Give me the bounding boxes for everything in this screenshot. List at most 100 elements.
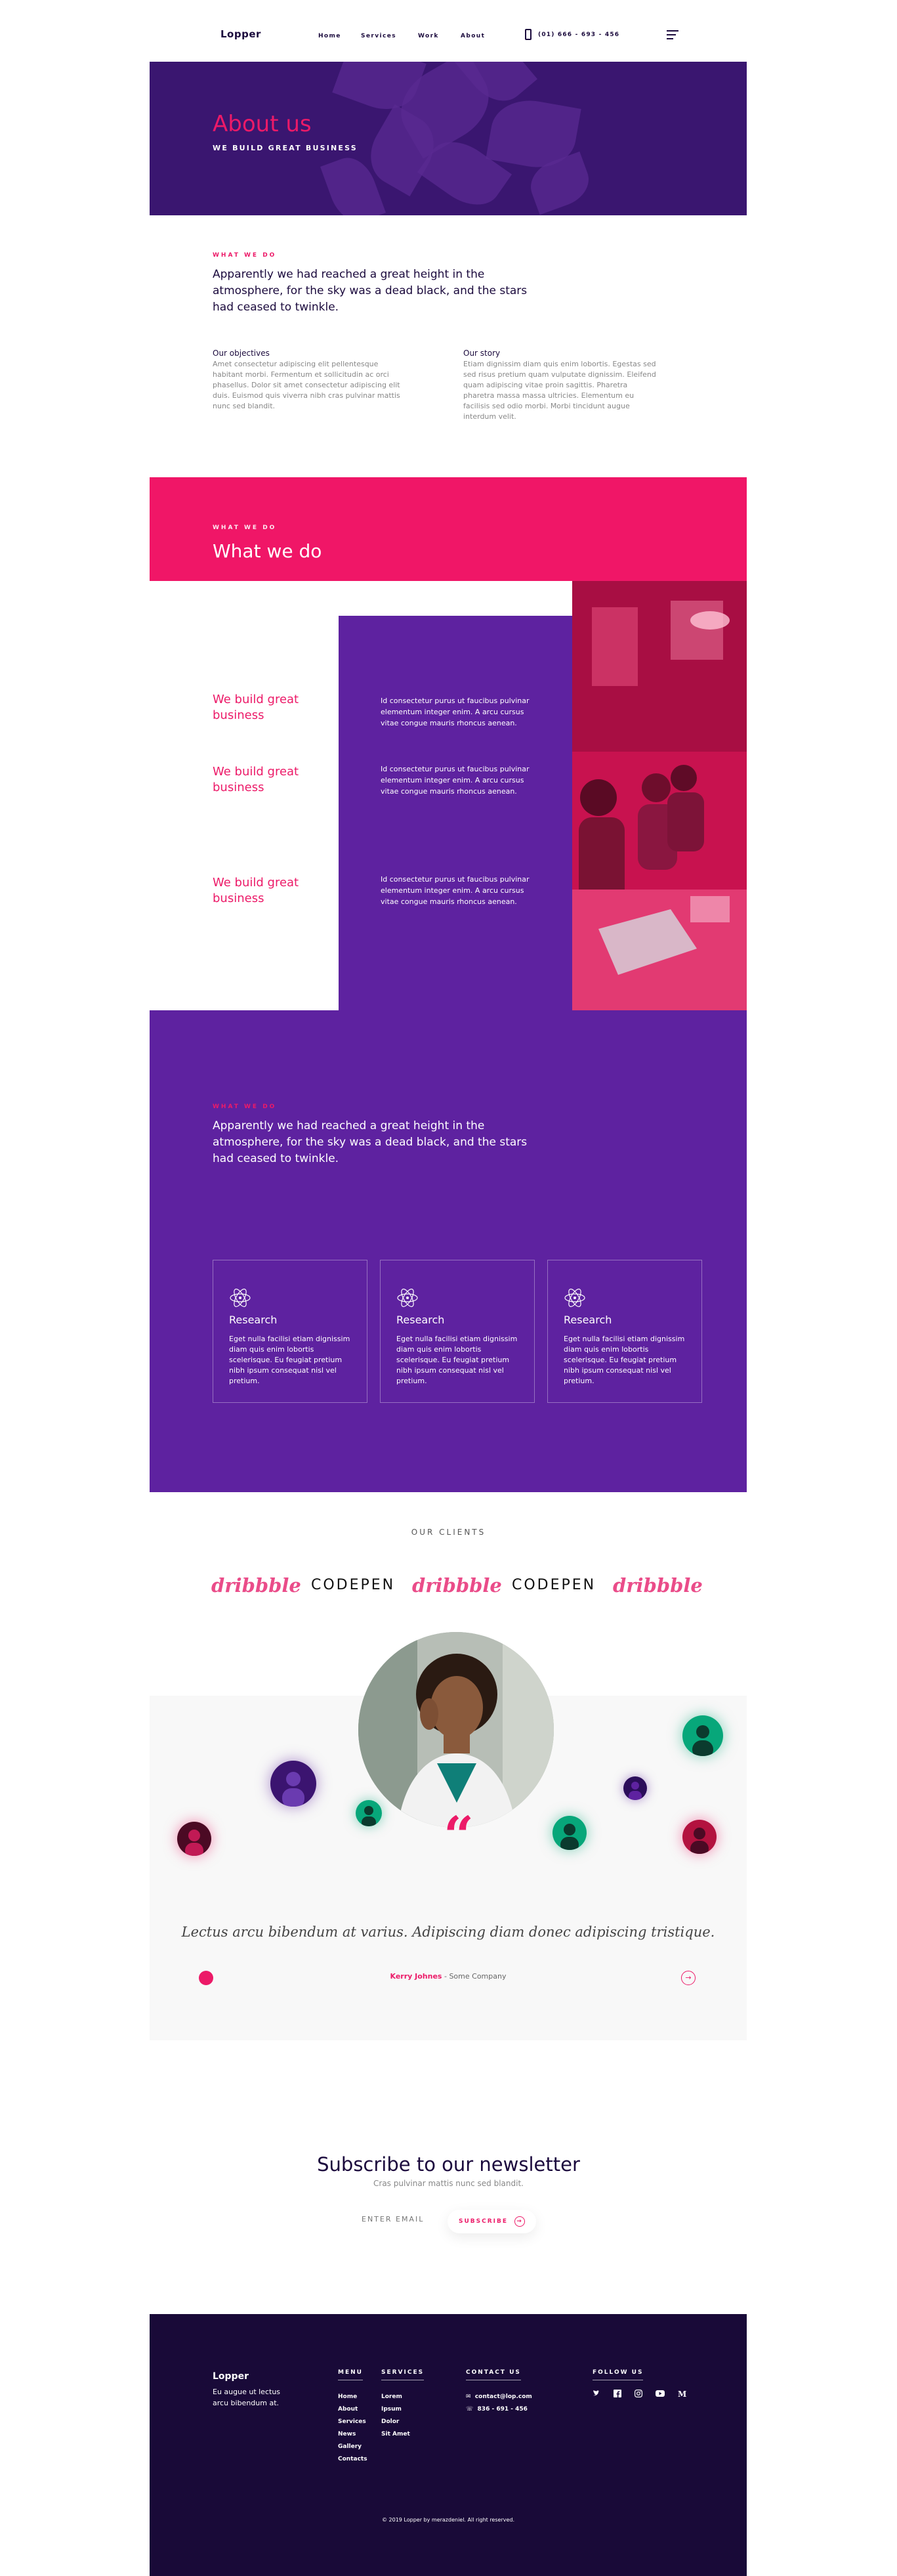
subscribe-label: SUBSCRIBE: [458, 2218, 509, 2225]
service-text: Id consectetur purus ut faucibus pulvina…: [381, 697, 530, 727]
avatar[interactable]: [623, 1776, 647, 1800]
svg-text:M: M: [678, 2390, 686, 2397]
avatar[interactable]: [682, 1820, 717, 1854]
email-input[interactable]: [362, 2215, 453, 2223]
avatar[interactable]: [270, 1761, 316, 1807]
research-eyebrow: WHAT WE DO: [213, 1104, 277, 1110]
atom-icon: [564, 1289, 585, 1307]
footer-link[interactable]: Lorem: [381, 2391, 410, 2403]
footer-phone-text: 836 - 691 - 456: [477, 2406, 528, 2413]
hero-banner: About us WE BUILD GREAT BUSINESS: [150, 62, 747, 215]
phone-number: (01) 666 - 693 - 456: [538, 31, 620, 38]
arrow-right-icon: →: [685, 1973, 692, 1982]
card-title: Research: [229, 1314, 278, 1326]
story-block: Our story Etiam dignissim diam quis enim…: [463, 349, 660, 422]
footer-menu: Home About Services News Gallery Contact…: [338, 2391, 367, 2466]
card-title: Research: [396, 1314, 445, 1326]
research-card[interactable]: Research Eget nulla facilisi etiam digni…: [213, 1260, 367, 1403]
intro-lead: Apparently we had reached a great height…: [213, 268, 528, 314]
slider-next-button[interactable]: →: [681, 1971, 696, 1985]
story-text: Etiam dignissim diam quis enim lobortis.…: [463, 360, 656, 421]
service-title: We build great business: [213, 876, 299, 905]
atom-icon: [230, 1289, 251, 1307]
avatar[interactable]: [553, 1816, 587, 1850]
research-lead: Apparently we had reached a great height…: [213, 1119, 528, 1165]
footer-contact: ✉ contact@lop.com ☏ 836 - 691 - 456: [466, 2391, 532, 2416]
footer-logo[interactable]: Lopper: [213, 2371, 249, 2382]
nav-home[interactable]: Home: [318, 33, 341, 39]
footer-link[interactable]: Services: [338, 2416, 367, 2428]
service-title: We build great business: [213, 693, 299, 722]
slider-prev-button[interactable]: [199, 1971, 213, 1985]
header-phone[interactable]: (01) 666 - 693 - 456: [525, 29, 619, 40]
clients-title: OUR CLIENTS: [411, 1528, 486, 1537]
footer-link[interactable]: News: [338, 2428, 367, 2441]
footer-link[interactable]: Home: [338, 2391, 367, 2403]
footer-link[interactable]: Dolor: [381, 2416, 410, 2428]
client-logo-dribbble[interactable]: dribbble: [211, 1574, 301, 1597]
logo[interactable]: Lopper: [220, 28, 261, 40]
research-card[interactable]: Research Eget nulla facilisi etiam digni…: [380, 1260, 535, 1403]
footer-link[interactable]: Sit Amet: [381, 2428, 410, 2441]
testimonial-author-photo: [358, 1632, 554, 1828]
service-text: Id consectetur purus ut faucibus pulvina…: [381, 765, 530, 796]
nav-work[interactable]: Work: [418, 33, 439, 39]
footer-tagline: Eu augue ut lectus arcu bibendum at.: [213, 2388, 281, 2407]
copyright: © 2019 Lopper by merazdeniel. All right …: [381, 2517, 515, 2523]
site-footer: Lopper Eu augue ut lectus arcu bibendum …: [150, 2314, 747, 2576]
team-meeting-photo: [572, 581, 747, 1010]
nav-services[interactable]: Services: [361, 33, 396, 39]
footer-link[interactable]: Gallery: [338, 2441, 367, 2453]
footer-follow-title: FOLLOW US: [593, 2369, 644, 2380]
research-section: WHAT WE DO Apparently we had reached a g…: [150, 1010, 747, 1492]
quote-icon: “: [444, 1805, 474, 1866]
hero-title: About us: [213, 111, 312, 137]
testimonial-quote: Lectus arcu bibendum at varius. Adipisci…: [181, 1924, 715, 1940]
newsletter-title: Subscribe to our newsletter: [317, 2153, 580, 2176]
phone-icon: ☏: [466, 2406, 474, 2413]
research-card[interactable]: Research Eget nulla facilisi etiam digni…: [547, 1260, 702, 1403]
nav-about[interactable]: About: [461, 33, 485, 39]
subscribe-button[interactable]: SUBSCRIBE →: [448, 2210, 536, 2233]
avatar[interactable]: [682, 1715, 723, 1756]
menu-toggle-button[interactable]: [667, 30, 678, 39]
footer-services: Lorem Ipsum Dolor Sit Amet: [381, 2391, 410, 2441]
testimonial-author: Kerry Johnes - Some Company: [150, 1972, 747, 1981]
facebook-icon[interactable]: [614, 2390, 621, 2397]
mail-icon: ✉: [466, 2394, 471, 2400]
site-header: Lopper Home Services Work About (01) 666…: [0, 0, 897, 62]
phone-icon: [525, 29, 532, 40]
card-text: Eget nulla facilisi etiam dignissim diam…: [564, 1335, 685, 1385]
footer-menu-title: MENU: [338, 2369, 363, 2380]
card-title: Research: [564, 1314, 612, 1326]
what-we-do-eyebrow: WHAT WE DO: [213, 525, 277, 531]
services-titles: We build great business We build great b…: [150, 616, 339, 1010]
client-logo-dribbble[interactable]: dribbble: [613, 1574, 703, 1597]
footer-link[interactable]: Contacts: [338, 2453, 367, 2466]
arrow-right-icon: →: [514, 2216, 526, 2227]
card-text: Eget nulla facilisi etiam dignissim diam…: [396, 1335, 518, 1385]
author-company: - Some Company: [444, 1972, 507, 1981]
instagram-icon[interactable]: [635, 2390, 642, 2397]
objectives-text: Amet consectetur adipiscing elit pellent…: [213, 360, 400, 410]
newsletter-subtitle: Cras pulvinar mattis nunc sed blandit.: [373, 2179, 524, 2188]
avatar[interactable]: [356, 1800, 382, 1826]
client-logo-codepen[interactable]: CODEPEN: [512, 1577, 596, 1593]
twitter-icon[interactable]: [593, 2390, 600, 2397]
footer-phone[interactable]: ☏ 836 - 691 - 456: [466, 2403, 532, 2416]
footer-link[interactable]: Ipsum: [381, 2403, 410, 2416]
objectives-title: Our objectives: [213, 349, 270, 358]
footer-email[interactable]: ✉ contact@lop.com: [466, 2391, 532, 2403]
card-text: Eget nulla facilisi etiam dignissim diam…: [229, 1335, 350, 1385]
intro-eyebrow: WHAT WE DO: [213, 252, 277, 259]
footer-link[interactable]: About: [338, 2403, 367, 2416]
author-name: Kerry Johnes: [390, 1972, 442, 1981]
client-logo-dribbble[interactable]: dribbble: [412, 1574, 502, 1597]
avatar[interactable]: [177, 1822, 211, 1856]
what-we-do-header: WHAT WE DO What we do: [150, 477, 747, 581]
youtube-icon[interactable]: [656, 2390, 665, 2397]
hamburger-icon: [667, 30, 678, 32]
client-logo-codepen[interactable]: CODEPEN: [311, 1577, 395, 1593]
objectives-block: Our objectives Amet consectetur adipisci…: [213, 349, 409, 412]
medium-icon[interactable]: M: [678, 2390, 687, 2397]
